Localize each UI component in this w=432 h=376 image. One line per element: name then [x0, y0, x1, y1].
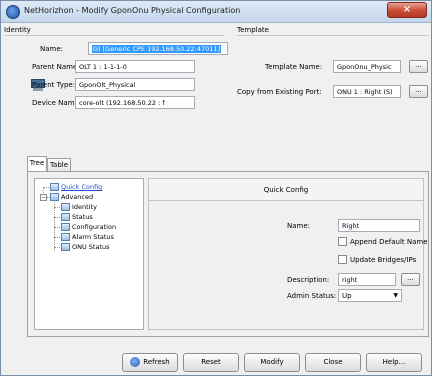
advanced-collapse-toggle[interactable]: − [40, 194, 47, 201]
tree-item-quick-config[interactable]: Quick Config [50, 183, 102, 191]
parent-type-label: Parent Type: [32, 81, 76, 89]
name-label: Name: [40, 45, 64, 53]
tree-child-connector [54, 207, 60, 208]
node-icon [61, 203, 70, 211]
tree-item-label: Status [72, 213, 93, 221]
tree-item-label: Identity [72, 203, 97, 211]
copy-from-port-label: Copy from Existing Port: [237, 88, 322, 96]
tree-child-connector [54, 237, 60, 238]
template-browse-button[interactable]: ... [409, 60, 428, 73]
append-default-name-label: Append Default Name [350, 238, 428, 246]
node-icon [61, 243, 70, 251]
reset-button[interactable]: Reset [183, 353, 239, 372]
tab-tree[interactable]: Tree [27, 156, 47, 172]
tree-item-label: Quick Config [61, 183, 103, 191]
close-button[interactable]: Close [305, 353, 361, 372]
quick-config-title: Quick Config [149, 179, 423, 201]
device-name-field[interactable]: core-olt (192.168.50.22 : f [75, 96, 195, 109]
tree-item-advanced[interactable]: Advanced [50, 193, 93, 201]
modify-configuration-window: NetHorizhon - Modify GponOnu Physical Co… [0, 0, 432, 376]
tree-tab-panel: Quick Config − Advanced Identity Status [27, 171, 429, 337]
template-name-label: Template Name: [265, 63, 323, 71]
description-field[interactable]: right [338, 273, 396, 286]
append-default-name-checkbox[interactable] [338, 237, 347, 246]
identity-separator [4, 35, 224, 36]
admin-status-label: Admin Status: [287, 292, 337, 300]
node-icon [61, 233, 70, 241]
node-icon [61, 223, 70, 231]
parent-name-label: Parent Name: [32, 63, 80, 71]
window-title: NetHorizhon - Modify GponOnu Physical Co… [24, 6, 241, 15]
template-group-label: Template [237, 26, 269, 34]
title-bar[interactable]: NetHorizhon - Modify GponOnu Physical Co… [1, 1, 431, 23]
template-separator [237, 35, 429, 36]
copy-browse-button[interactable]: ... [409, 85, 428, 98]
tree-item-label: Configuration [72, 223, 117, 231]
parent-name-field[interactable]: OLT 1 : 1-1-1-0 [75, 60, 195, 73]
copy-from-port-field[interactable]: ONU 1 : Right (S) [333, 85, 401, 98]
refresh-button[interactable]: Refresh [122, 353, 178, 372]
quick-config-panel: Quick Config Name: Right Append Default … [148, 178, 428, 330]
name-field[interactable]: G) [Generic CPE 192.168.50.22:47011] [88, 42, 228, 55]
node-icon [50, 183, 59, 191]
help-button[interactable]: Help... [366, 353, 422, 372]
template-name-field[interactable]: GponOnu_Physic [333, 60, 401, 73]
parent-type-field[interactable]: GponOlt_Physical [75, 78, 195, 91]
name-value: G) [Generic CPE 192.168.50.22:47011] [92, 45, 222, 53]
admin-status-dropdown[interactable]: Up ▼ [338, 289, 402, 302]
device-name-label: Device Name: [32, 99, 82, 107]
nethorizhon-logo-icon [6, 5, 20, 19]
navigation-tree: Quick Config − Advanced Identity Status [34, 178, 144, 330]
tree-item-label: ONU Status [72, 243, 110, 251]
update-bridges-checkbox[interactable] [338, 255, 347, 264]
tree-item-identity[interactable]: Identity [61, 203, 97, 211]
tree-quick-config-connector [43, 187, 49, 188]
description-label: Description: [287, 276, 330, 284]
tree-child-connector [54, 247, 60, 248]
modify-button[interactable]: Modify [244, 353, 300, 372]
identity-group-label: Identity [4, 26, 31, 34]
tree-child-connector [54, 217, 60, 218]
tree-item-onu-status[interactable]: ONU Status [61, 243, 110, 251]
tree-item-label: Alarm Status [72, 233, 114, 241]
close-window-button[interactable]: × [387, 2, 427, 18]
admin-status-value: Up [342, 292, 352, 300]
tree-item-label: Advanced [61, 193, 94, 201]
node-icon [61, 213, 70, 221]
refresh-icon [130, 357, 141, 367]
node-icon [50, 193, 59, 201]
quick-name-label: Name: [287, 222, 311, 230]
description-browse-button[interactable]: ... [401, 273, 420, 286]
update-bridges-label: Update Bridges/IPs [350, 256, 417, 264]
refresh-label: Refresh [143, 358, 170, 366]
tree-item-status[interactable]: Status [61, 213, 93, 221]
chevron-down-icon: ▼ [393, 292, 398, 299]
tree-item-alarm-status[interactable]: Alarm Status [61, 233, 114, 241]
quick-name-field[interactable]: Right [338, 219, 420, 232]
tree-child-connector [54, 227, 60, 228]
tree-item-configuration[interactable]: Configuration [61, 223, 116, 231]
tab-table[interactable]: Table [47, 158, 71, 172]
